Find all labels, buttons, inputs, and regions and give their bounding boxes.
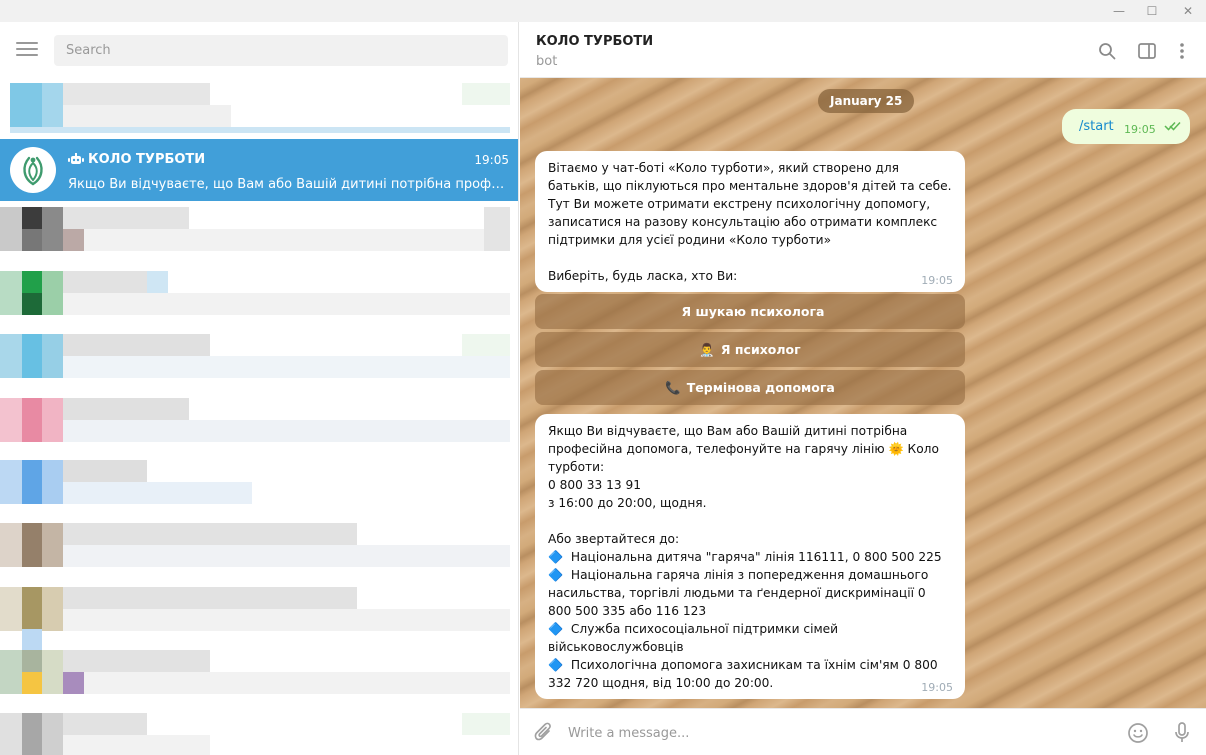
hamburger-menu-icon[interactable] — [16, 42, 38, 58]
find-psychologist-button[interactable]: Я шукаю психолога — [535, 294, 965, 329]
find-psychologist-label: Я шукаю психолога — [681, 304, 825, 319]
welcome-message-text: Вітаємо у чат-боті «Коло турботи», який … — [548, 161, 952, 283]
message-area[interactable]: January 25 /start 19:05 Вітаємо у чат-бо… — [520, 78, 1206, 708]
hotline-message-time: 19:05 — [921, 681, 953, 694]
minimize-button[interactable]: — — [1103, 0, 1135, 22]
hotline-message: Якщо Ви відчуваєте, що Вам або Вашій дит… — [535, 414, 965, 699]
sidebar-toggle-icon[interactable] — [1136, 40, 1158, 62]
hotline-message-text: Якщо Ви відчуваєте, що Вам або Вашій дит… — [548, 424, 942, 690]
outgoing-message-time: 19:05 — [1124, 123, 1156, 136]
i-am-psychologist-label: Я психолог — [720, 342, 801, 357]
emoji-smile-icon[interactable] — [1126, 721, 1150, 745]
outgoing-message-text[interactable]: /start — [1079, 119, 1114, 134]
read-checkmark-icon — [1164, 121, 1181, 131]
date-separator: January 25 — [818, 89, 915, 113]
bot-icon — [68, 153, 84, 164]
urgent-help-label: Термінова допомога — [686, 380, 835, 395]
maximize-button[interactable]: ☐ — [1136, 0, 1168, 22]
psychologist-emoji-icon: 👨‍⚕️ — [699, 341, 715, 357]
chat-title[interactable]: КОЛО ТУРБОТИ — [536, 34, 653, 49]
chat-header: КОЛО ТУРБОТИ bot — [520, 22, 1206, 78]
message-input[interactable] — [568, 721, 1108, 745]
phone-emoji-icon: 📞 — [665, 379, 681, 395]
more-options-icon[interactable] — [1171, 40, 1193, 62]
close-button[interactable]: ✕ — [1172, 0, 1204, 22]
chat-item-kolo-turboty[interactable]: КОЛО ТУРБОТИ 19:05 Якщо Ви відчуваєте, щ… — [0, 139, 518, 201]
chat-list-sidebar: КОЛО ТУРБОТИ 19:05 Якщо Ви відчуваєте, щ… — [0, 22, 519, 755]
chat-avatar-icon — [10, 147, 56, 193]
i-am-psychologist-button[interactable]: 👨‍⚕️ Я психолог — [535, 332, 965, 367]
attach-paperclip-icon[interactable] — [532, 721, 556, 745]
welcome-message: Вітаємо у чат-боті «Коло турботи», який … — [535, 151, 965, 292]
search-input[interactable] — [54, 35, 508, 66]
chat-subtitle: bot — [536, 54, 558, 69]
chat-time: 19:05 — [474, 153, 509, 167]
microphone-icon[interactable] — [1170, 721, 1194, 745]
welcome-message-time: 19:05 — [921, 274, 953, 287]
chat-preview: Якщо Ви відчуваєте, що Вам або Вашій дит… — [68, 177, 510, 192]
urgent-help-button[interactable]: 📞 Термінова допомога — [535, 370, 965, 405]
outgoing-message[interactable]: /start 19:05 — [1062, 109, 1190, 144]
search-icon[interactable] — [1096, 40, 1118, 62]
message-composer — [520, 708, 1206, 755]
title-bar: — ☐ ✕ — [0, 0, 1206, 22]
chat-name: КОЛО ТУРБОТИ — [88, 152, 206, 167]
